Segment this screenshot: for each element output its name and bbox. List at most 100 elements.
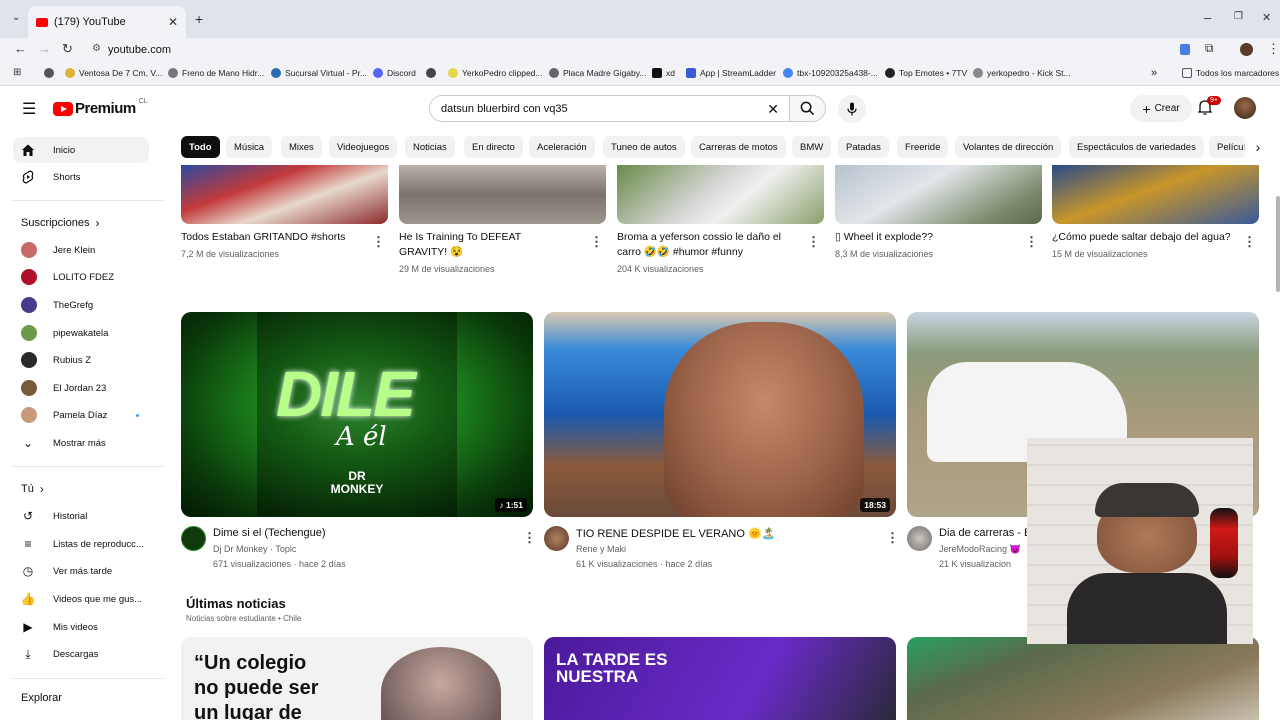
new-tab-icon[interactable]: + bbox=[195, 11, 203, 27]
youtube-premium-logo[interactable]: Premium CL bbox=[53, 98, 148, 117]
more-bookmarks-icon[interactable]: » bbox=[1151, 67, 1157, 79]
search-input[interactable]: datsun bluerbird con vq35 ✕ bbox=[429, 95, 790, 122]
news-thumbnail[interactable] bbox=[907, 637, 1259, 720]
news-thumbnail[interactable]: “Un colegio no puede ser un lugar de bbox=[181, 637, 533, 720]
more-actions-icon[interactable]: ⋮ bbox=[523, 530, 536, 546]
bookmark-item[interactable] bbox=[426, 68, 440, 78]
chip-mixes[interactable]: Mixes bbox=[281, 136, 322, 158]
all-bookmarks-folder[interactable]: Todos los marcadores bbox=[1182, 68, 1279, 78]
chip-aceleracion[interactable]: Aceleración bbox=[529, 136, 595, 158]
bookmark-item[interactable]: Discord bbox=[373, 68, 416, 78]
minimize-icon[interactable]: – bbox=[1204, 10, 1211, 25]
browser-tab[interactable]: (179) YouTube ✕ bbox=[28, 6, 186, 38]
chip-noticias[interactable]: Noticias bbox=[405, 136, 455, 158]
tab-search-icon[interactable]: ⌄ bbox=[12, 12, 20, 23]
news-thumbnail[interactable]: LA TARDE ES NUESTRA bbox=[544, 637, 896, 720]
create-button[interactable]: + Crear bbox=[1130, 95, 1192, 122]
sidebar-item-my-videos[interactable]: ▶ Mis videos bbox=[13, 614, 149, 640]
more-actions-icon[interactable]: ⋮ bbox=[590, 234, 603, 250]
account-avatar[interactable] bbox=[1234, 97, 1256, 119]
channel-avatar[interactable] bbox=[907, 526, 932, 551]
short-title[interactable]: ¿Cómo puede saltar debajo del agua? bbox=[1052, 230, 1242, 245]
site-info-icon[interactable]: ⚙ bbox=[92, 43, 101, 54]
sidebar-item-historial[interactable]: ↺ Historial bbox=[13, 503, 149, 529]
bookmark-item[interactable]: YerkoPedro clipped... bbox=[448, 68, 543, 78]
sidebar-item-subscription[interactable]: El Jordan 23 bbox=[13, 375, 149, 401]
search-button[interactable] bbox=[790, 95, 826, 122]
chip-espectaculos[interactable]: Espectáculos de variedades bbox=[1069, 136, 1204, 158]
channel-avatar[interactable] bbox=[181, 526, 206, 551]
bookmark-item[interactable] bbox=[44, 68, 58, 78]
forward-icon[interactable]: → bbox=[38, 41, 51, 56]
address-bar[interactable]: ⚙ youtube.com bbox=[86, 40, 1176, 60]
reload-icon[interactable]: ↻ bbox=[62, 41, 73, 57]
bookmark-item[interactable]: App | StreamLadder bbox=[686, 68, 776, 78]
short-thumbnail[interactable] bbox=[835, 165, 1042, 224]
apps-grid-icon[interactable]: ⊞ bbox=[13, 67, 21, 78]
video-channel[interactable]: Rene y Maki bbox=[576, 544, 626, 554]
hamburger-menu-icon[interactable]: ☰ bbox=[22, 99, 36, 119]
video-thumbnail[interactable]: 18:53 bbox=[544, 312, 896, 517]
short-title[interactable]: ▯ Wheel it explode?? bbox=[835, 230, 1005, 245]
bookmark-item[interactable]: Ventosa De 7 Cm, V... bbox=[65, 68, 162, 78]
video-title[interactable]: Dime si el (Techengue) bbox=[213, 527, 326, 539]
chip-carreras-de-motos[interactable]: Carreras de motos bbox=[691, 136, 786, 158]
sidebar-item-subscription[interactable]: TheGrefg bbox=[13, 292, 149, 318]
sidebar-item-downloads[interactable]: ⤓ Descargas bbox=[13, 641, 149, 667]
translate-extension-icon[interactable] bbox=[1180, 44, 1190, 55]
sidebar-item-subscription[interactable]: Rubius Z bbox=[13, 347, 149, 373]
sidebar-item-subscription[interactable]: LOLITO FDEZ bbox=[13, 264, 149, 290]
extensions-icon[interactable]: ⧉ bbox=[1205, 41, 1214, 56]
back-icon[interactable]: ← bbox=[14, 41, 27, 56]
chip-scroll-right-button[interactable]: › bbox=[1243, 136, 1273, 158]
channel-avatar[interactable] bbox=[544, 526, 569, 551]
chip-freeride[interactable]: Freeride bbox=[897, 136, 949, 158]
chip-volantes-de-direccion[interactable]: Volantes de dirección bbox=[955, 136, 1062, 158]
more-actions-icon[interactable]: ⋮ bbox=[886, 530, 899, 546]
video-channel[interactable]: Dj Dr Monkey · Topic bbox=[213, 544, 296, 554]
profile-avatar-icon[interactable] bbox=[1240, 43, 1253, 56]
sidebar-item-watch-later[interactable]: ◷ Ver más tarde bbox=[13, 558, 149, 584]
sidebar-item-shorts[interactable]: Shorts bbox=[13, 164, 149, 190]
notifications-button[interactable]: 9+ bbox=[1197, 96, 1221, 120]
sidebar-item-playlists[interactable]: ≡ Listas de reproducc... bbox=[13, 531, 149, 557]
short-title[interactable]: Broma a yeferson cossio le daño el carro… bbox=[617, 230, 787, 260]
chip-videojuegos[interactable]: Videojuegos bbox=[329, 136, 398, 158]
chip-todo[interactable]: Todo bbox=[181, 136, 220, 158]
sidebar-item-inicio[interactable]: Inicio bbox=[13, 137, 149, 163]
clear-search-icon[interactable]: ✕ bbox=[767, 101, 779, 118]
more-actions-icon[interactable]: ⋮ bbox=[1025, 234, 1038, 250]
bookmark-item[interactable]: Sucursal Virtual - Pr... bbox=[271, 68, 367, 78]
short-thumbnail[interactable] bbox=[1052, 165, 1259, 224]
short-thumbnail[interactable] bbox=[617, 165, 824, 224]
bookmark-item[interactable]: Placa Madre Gigaby... bbox=[549, 68, 646, 78]
video-title[interactable]: Dia de carreras - B bbox=[939, 527, 1031, 539]
you-heading[interactable]: Tú › bbox=[21, 482, 44, 496]
window-close-icon[interactable]: ✕ bbox=[1262, 11, 1271, 24]
bookmark-item[interactable]: Top Emotes • 7TV bbox=[885, 68, 967, 78]
tab-close-icon[interactable]: ✕ bbox=[168, 15, 178, 29]
more-actions-icon[interactable]: ⋮ bbox=[807, 234, 820, 250]
chip-tuneo-de-autos[interactable]: Tuneo de autos bbox=[603, 136, 685, 158]
subscriptions-heading[interactable]: Suscripciones › bbox=[21, 216, 99, 230]
bookmark-item[interactable]: xd bbox=[652, 68, 675, 78]
sidebar-item-subscription[interactable]: Pamela Díaz bbox=[13, 402, 149, 428]
chip-musica[interactable]: Música bbox=[226, 136, 273, 158]
more-actions-icon[interactable]: ⋮ bbox=[372, 234, 385, 250]
restore-icon[interactable]: ❐ bbox=[1234, 11, 1243, 22]
video-channel[interactable]: JereModoRacing 😈 bbox=[939, 544, 1021, 555]
show-more-button[interactable]: ⌄ Mostrar más bbox=[13, 430, 149, 456]
chrome-menu-icon[interactable]: ⋮ bbox=[1267, 41, 1280, 57]
bookmark-item[interactable]: Freno de Mano Hidr... bbox=[168, 68, 264, 78]
sidebar-item-liked-videos[interactable]: 👍 Videos que me gus... bbox=[13, 586, 149, 612]
video-title[interactable]: TIO RENE DESPIDE EL VERANO 🌞🏝️ bbox=[576, 527, 775, 540]
sidebar-item-subscription[interactable]: Jere Klein bbox=[13, 237, 149, 263]
chip-en-directo[interactable]: En directo bbox=[464, 136, 523, 158]
short-title[interactable]: He Is Training To DEFEAT GRAVITY! 😵 bbox=[399, 230, 569, 260]
bookmark-item[interactable]: yerkopedro - Kick St... bbox=[973, 68, 1071, 78]
video-thumbnail[interactable]: DILE A él DR MONKEY ♪ 1:51 bbox=[181, 312, 533, 517]
more-actions-icon[interactable]: ⋮ bbox=[1243, 234, 1256, 250]
page-scrollbar[interactable] bbox=[1276, 196, 1280, 292]
bookmark-item[interactable]: tbx-10920325a438-... bbox=[783, 68, 878, 78]
voice-search-button[interactable] bbox=[838, 95, 866, 123]
